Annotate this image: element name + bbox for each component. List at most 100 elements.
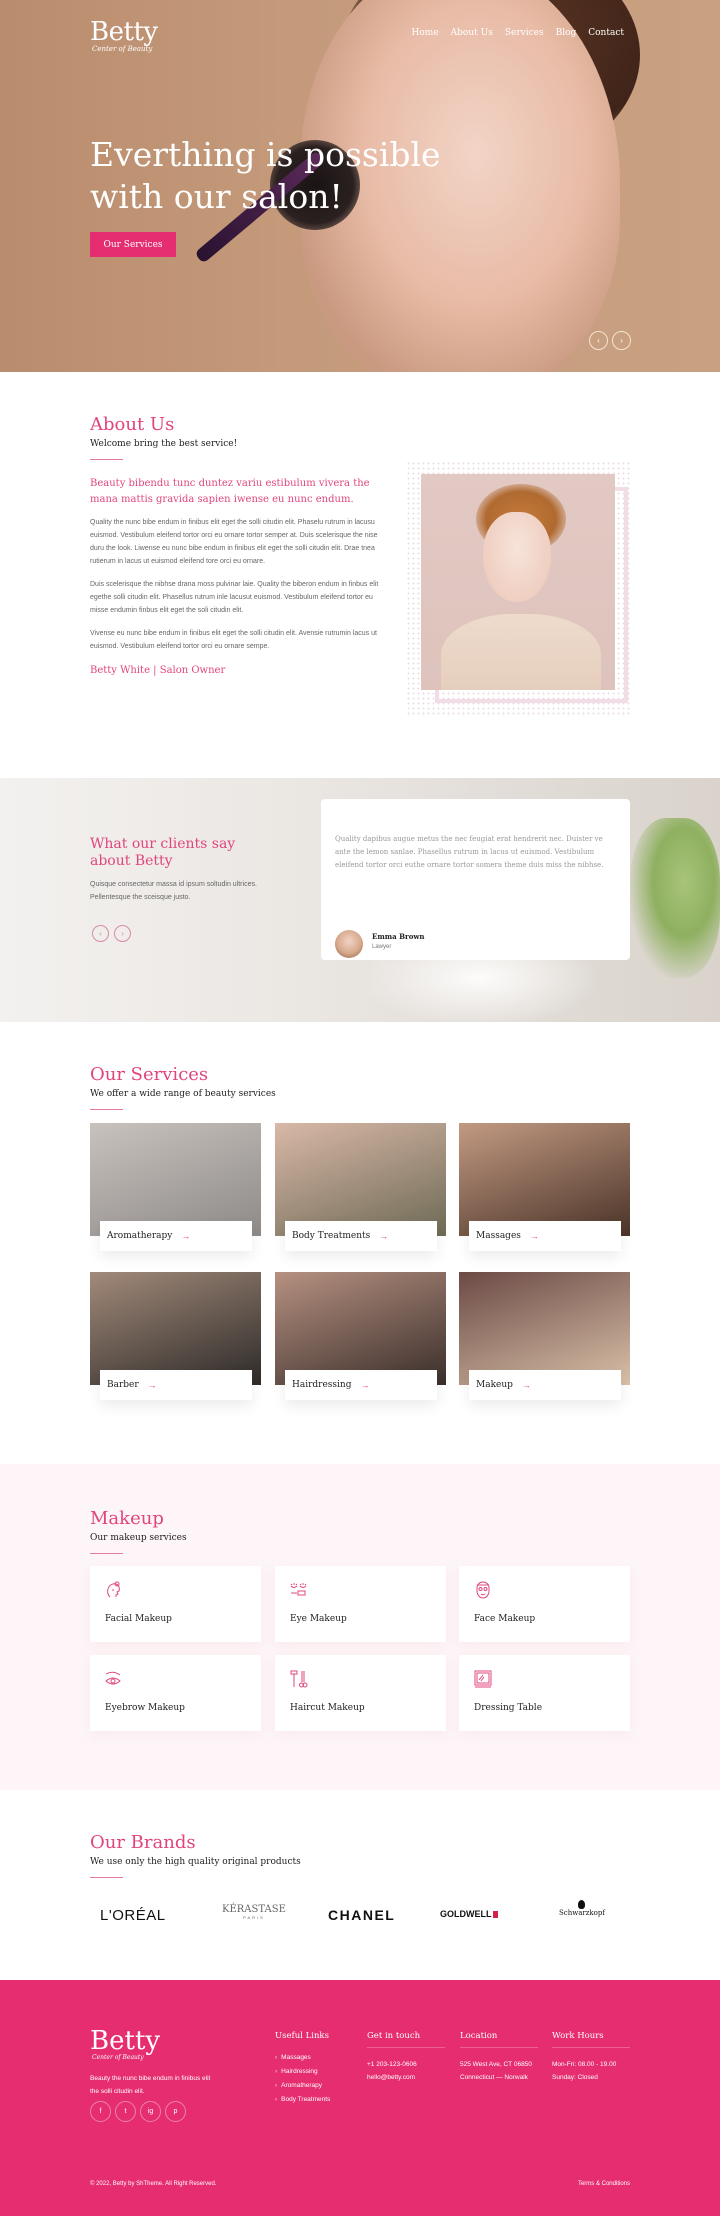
service-card[interactable]: Hairdressing → — [275, 1272, 446, 1400]
eyelashes-icon — [289, 1580, 309, 1600]
services-title: Our Services — [90, 1064, 209, 1085]
service-label[interactable]: Barber → — [100, 1370, 252, 1400]
background-plant-image — [630, 818, 720, 978]
service-title: Massages — [476, 1231, 521, 1241]
footer-link[interactable]: › Hairdressing — [275, 2068, 353, 2075]
razor-scissors-icon — [289, 1669, 309, 1689]
makeup-card-title: Eyebrow Makeup — [105, 1703, 185, 1713]
footer-contact: Get in touch +1 203-123-0606 hello@betty… — [367, 2031, 445, 2084]
footer-hours-line: Mon-Fri: 08.00 - 19.00 — [552, 2061, 617, 2068]
brand-logo-kerastase[interactable]: KÉRASTASE PARIS — [222, 1904, 286, 1920]
about-title: About Us — [90, 414, 175, 435]
service-label[interactable]: Massages → — [469, 1221, 621, 1251]
makeup-card[interactable]: Face Makeup — [459, 1566, 630, 1642]
copyright: © 2022, Betty by ShTheme. All Right Rese… — [90, 2181, 217, 2187]
makeup-card[interactable]: Eyebrow Makeup — [90, 1655, 261, 1731]
goldwell-mark-icon — [492, 1911, 498, 1918]
about-portrait-image — [421, 474, 615, 690]
testimonial-prev-button[interactable]: ‹ — [92, 925, 109, 942]
makeup-section: Makeup Our makeup services Facial Makeup… — [0, 1464, 720, 1790]
service-label[interactable]: Makeup → — [469, 1370, 621, 1400]
footer-phone[interactable]: +1 203-123-0606 — [367, 2058, 445, 2071]
service-image — [275, 1123, 446, 1236]
service-label[interactable]: Body Treatments → — [285, 1221, 437, 1251]
brand-logo-text: KÉRASTASE — [222, 1904, 286, 1915]
brands-subtitle: We use only the high quality original pr… — [90, 1857, 301, 1867]
about-lead: Beauty bibendu tunc duntez variu estibul… — [90, 478, 370, 505]
arrow-right-icon: → — [379, 1231, 389, 1241]
site-logo[interactable]: Betty Center of Beauty — [90, 18, 158, 53]
nav-services[interactable]: Services — [505, 28, 544, 38]
arrow-right-icon: → — [181, 1231, 191, 1241]
service-image — [459, 1272, 630, 1385]
makeup-card[interactable]: Facial Makeup — [90, 1566, 261, 1642]
twitter-button[interactable]: t — [115, 2101, 136, 2122]
footer-hours: Work Hours Mon-Fri: 08.00 - 19.00 Sunday… — [552, 2031, 630, 2084]
service-title: Body Treatments — [292, 1231, 371, 1241]
footer-heading: Work Hours — [552, 2031, 630, 2048]
about-subtitle: Welcome bring the best service! — [90, 439, 238, 449]
hero-headline: Everthing is possible with our salon! — [90, 135, 441, 216]
footer-description: Beauty the nunc bibe endum in finibus el… — [90, 2075, 211, 2095]
our-services-button[interactable]: Our Services — [90, 232, 176, 257]
twitter-icon: t — [124, 2108, 127, 2115]
footer-address-line: Connecticut — Norwalk — [460, 2074, 528, 2081]
facebook-button[interactable]: f — [90, 2101, 111, 2122]
arrow-right-icon: → — [529, 1231, 539, 1241]
chevron-left-icon: ‹ — [597, 336, 600, 345]
service-card[interactable]: Body Treatments → — [275, 1123, 446, 1251]
about-paragraph: Quality the nunc bibe endum in finibus e… — [90, 519, 378, 565]
makeup-card-title: Eye Makeup — [290, 1614, 347, 1624]
brand-logo-loreal[interactable]: L'ORÉAL — [100, 1907, 166, 1924]
about-paragraph: Vivense eu nunc bibe endum in finibus el… — [90, 630, 377, 650]
logo-name: Betty — [90, 17, 158, 47]
brand-logo-schwarzkopf[interactable]: Schwarzkopf — [559, 1900, 605, 1917]
nav-about[interactable]: About Us — [451, 28, 493, 38]
nav-blog[interactable]: Blog — [556, 28, 577, 38]
service-label[interactable]: Aromatherapy → — [100, 1221, 252, 1251]
hero-next-button[interactable]: › — [612, 331, 631, 350]
makeup-card[interactable]: Haircut Makeup — [275, 1655, 446, 1731]
logo-tagline: Center of Beauty — [92, 45, 153, 53]
makeup-card[interactable]: Dressing Table — [459, 1655, 630, 1731]
nav-home[interactable]: Home — [412, 28, 439, 38]
avatar — [335, 930, 363, 958]
makeup-card[interactable]: Eye Makeup — [275, 1566, 446, 1642]
pinterest-icon: p — [173, 2108, 178, 2115]
service-card[interactable]: Massages → — [459, 1123, 630, 1251]
footer-address-line: 525 West Ave, CT 06850 — [460, 2061, 532, 2068]
makeup-card-title: Haircut Makeup — [290, 1703, 365, 1713]
footer-useful-links: Useful Links › Massages › Hairdressing › Arom… — [275, 2031, 353, 2103]
hero-prev-button[interactable]: ‹ — [589, 331, 608, 350]
hero-section: Betty Center of Beauty Home About Us Ser… — [0, 0, 720, 372]
service-card[interactable]: Makeup → — [459, 1272, 630, 1400]
arrow-right-icon: → — [521, 1380, 531, 1390]
footer-link[interactable]: › Massages — [275, 2054, 353, 2061]
divider — [90, 1109, 123, 1110]
chevron-right-icon: › — [275, 2054, 278, 2061]
footer-link[interactable]: › Body Treatments — [275, 2096, 353, 2103]
testimonials-title: What our clients say about Betty — [90, 836, 235, 870]
testimonial-next-button[interactable]: › — [114, 925, 131, 942]
nav-contact[interactable]: Contact — [588, 28, 624, 38]
pinterest-button[interactable]: p — [165, 2101, 186, 2122]
service-label[interactable]: Hairdressing → — [285, 1370, 437, 1400]
brands-title: Our Brands — [90, 1832, 196, 1853]
terms-link[interactable]: Terms & Conditions — [578, 2181, 630, 2187]
testimonials-title-line: What our clients say — [90, 836, 236, 852]
brand-logo-chanel[interactable]: CHANEL — [328, 1907, 395, 1923]
service-card[interactable]: Aromatherapy → — [90, 1123, 261, 1251]
testimonial-quote: Quality dapibus augue metus the nec feug… — [335, 835, 604, 869]
divider — [90, 1877, 123, 1878]
makeup-card-title: Dressing Table — [474, 1703, 543, 1713]
footer-email[interactable]: hello@betty.com — [367, 2071, 445, 2084]
brand-logo-goldwell[interactable]: GOLDWELL — [440, 1909, 498, 1919]
instagram-button[interactable]: ig — [140, 2101, 161, 2122]
service-card[interactable]: Barber → — [90, 1272, 261, 1400]
footer-link[interactable]: › Aromatherapy — [275, 2082, 353, 2089]
footer-logo[interactable]: Betty Center of Beauty — [90, 2028, 160, 2061]
footer-link-label: Massages — [281, 2054, 311, 2061]
eyebrow-icon — [104, 1669, 124, 1689]
footer: Betty Center of Beauty Beauty the nunc b… — [0, 1980, 720, 2216]
divider — [90, 1553, 123, 1554]
